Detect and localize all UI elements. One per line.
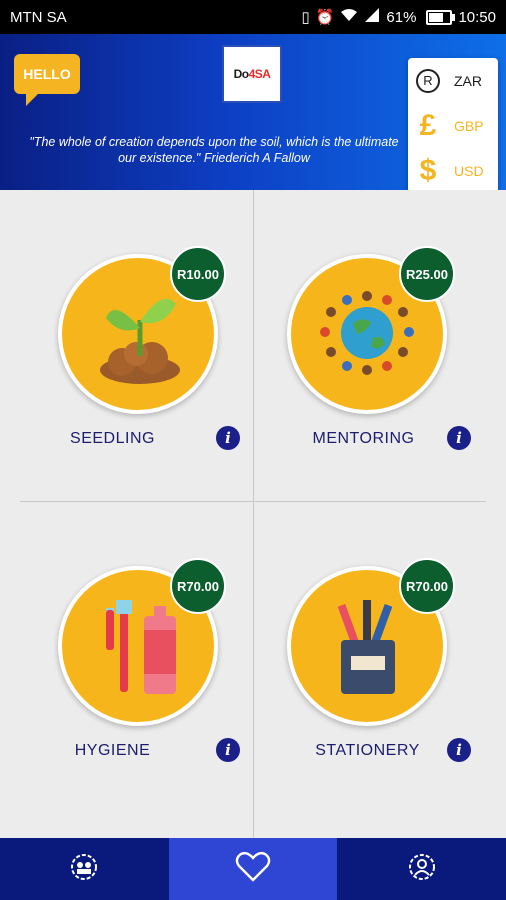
currency-option-gbp[interactable]: £ GBP: [408, 103, 498, 148]
quote-line-2: our existence." Friederich A Fallow: [118, 151, 310, 165]
alarm-icon: ⏰: [315, 9, 335, 26]
item-stationery[interactable]: R70.00 STATIONERY i: [253, 502, 506, 814]
status-icons: ▯ ⏰ 61% 10:50: [301, 8, 496, 26]
status-bar: MTN SA ▯ ⏰ 61% 10:50: [0, 0, 506, 34]
item-hygiene[interactable]: R70.00 HYGIENE i: [0, 502, 253, 814]
bottom-nav: [0, 838, 506, 900]
item-label: SEEDLING: [70, 430, 155, 447]
carrier-name: MTN SA: [10, 9, 67, 26]
signal-icon: [364, 8, 380, 26]
price-badge: R25.00: [399, 246, 455, 302]
currency-selector: R ZAR £ GBP $ USD: [408, 58, 498, 193]
vibrate-icon: ▯: [301, 9, 310, 26]
currency-label: USD: [454, 162, 484, 179]
nav-gear-people[interactable]: [0, 838, 169, 900]
rand-icon: R: [408, 68, 448, 93]
currency-label: ZAR: [454, 72, 482, 89]
currency-option-zar[interactable]: R ZAR: [408, 58, 498, 103]
item-mentoring[interactable]: R25.00 MENTORING i: [253, 190, 506, 502]
price-badge: R70.00: [170, 558, 226, 614]
hello-button[interactable]: HELLO: [14, 54, 80, 106]
info-icon[interactable]: i: [447, 426, 471, 450]
quote-line-1: "The whole of creation depends upon the …: [29, 135, 399, 149]
do4sa-logo: Do4SA: [222, 45, 282, 103]
dollar-icon: $: [419, 153, 437, 187]
currency-option-usd[interactable]: $ USD: [408, 148, 498, 193]
battery-icon: [426, 9, 456, 25]
item-seedling[interactable]: R10.00 SEEDLING i: [0, 190, 253, 502]
logo-text: Do4SA: [233, 67, 271, 81]
nav-donate[interactable]: [168, 838, 338, 900]
profile-gear-icon: [405, 850, 439, 889]
hello-label: HELLO: [23, 66, 71, 82]
wifi-icon: [340, 8, 358, 26]
pound-icon: £: [419, 108, 437, 142]
nav-profile[interactable]: [337, 838, 506, 900]
info-icon[interactable]: i: [447, 738, 471, 762]
item-label: HYGIENE: [74, 742, 151, 759]
heart-icon: [235, 851, 271, 888]
donation-grid: R10.00 SEEDLING i R25.00 MENTORING i R70…: [0, 190, 506, 838]
header-quote: "The whole of creation depends upon the …: [14, 134, 414, 166]
info-icon[interactable]: i: [216, 738, 240, 762]
price-badge: R70.00: [399, 558, 455, 614]
gear-people-icon: [67, 850, 101, 889]
currency-label: GBP: [454, 117, 484, 134]
battery-percent: 61%: [386, 8, 417, 26]
price-badge: R10.00: [170, 246, 226, 302]
clock: 10:50: [458, 8, 496, 26]
